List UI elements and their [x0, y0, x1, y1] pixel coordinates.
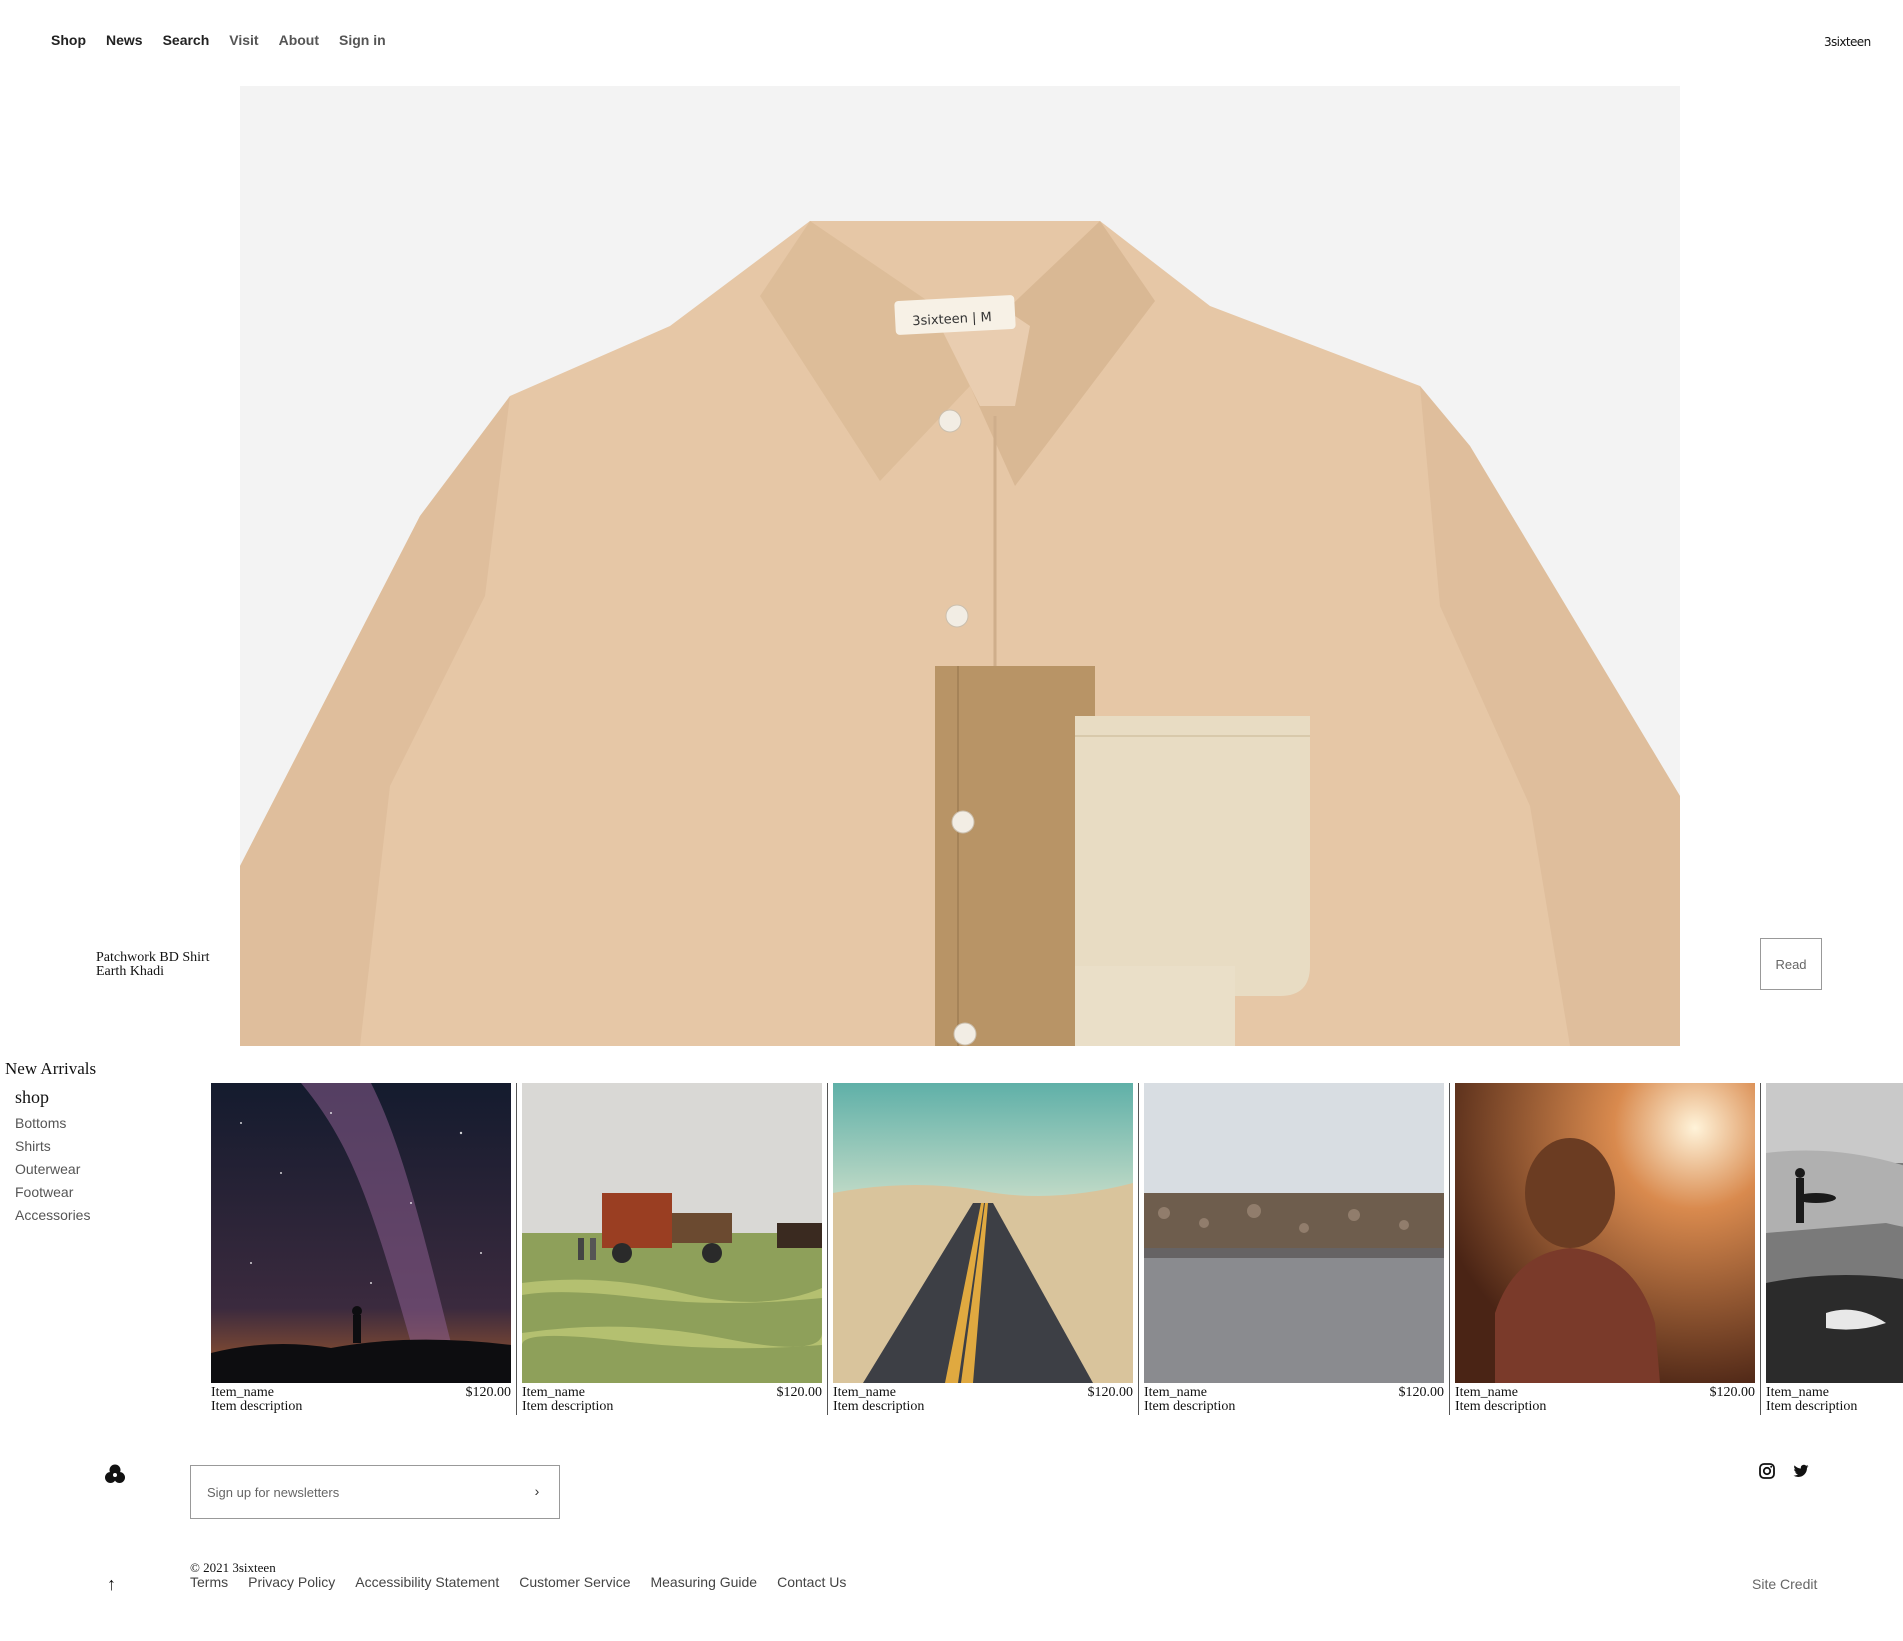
product-description: Item description [211, 1399, 303, 1414]
newsletter-form: › [190, 1465, 560, 1519]
product-meta: Item_name Item description [1766, 1383, 1903, 1414]
product-card[interactable]: Item_name Item description $120.00 [833, 1083, 1139, 1415]
product-price: $120.00 [465, 1385, 512, 1400]
product-price: $120.00 [1398, 1385, 1445, 1400]
product-card[interactable]: Item_name Item description $120.00 [522, 1083, 828, 1415]
hero-image[interactable]: 3sixteen | M [240, 86, 1680, 1046]
back-to-top-arrow-icon[interactable]: ↑ [107, 1574, 116, 1595]
nav-visit[interactable]: Visit [229, 32, 258, 48]
shop-heading[interactable]: shop [15, 1087, 90, 1108]
footer-links: Terms Privacy Policy Accessibility State… [190, 1574, 846, 1590]
desert-road-image [833, 1083, 1133, 1383]
product-image[interactable] [1455, 1083, 1755, 1383]
product-image[interactable] [833, 1083, 1133, 1383]
nav-search[interactable]: Search [163, 32, 210, 48]
product-card[interactable]: Item_name Item description [1766, 1083, 1903, 1415]
new-arrivals-carousel[interactable]: Item_name Item description $120.00 Item_… [211, 1083, 1903, 1415]
sidebar-item-accessories[interactable]: Accessories [15, 1204, 90, 1227]
shirt-photo: 3sixteen | M [240, 86, 1680, 1046]
product-price: $120.00 [1709, 1385, 1756, 1400]
sidebar-item-bottoms[interactable]: Bottoms [15, 1112, 90, 1135]
read-button[interactable]: Read [1760, 938, 1822, 990]
product-card[interactable]: Item_name Item description $120.00 [211, 1083, 517, 1415]
product-price: $120.00 [1087, 1385, 1134, 1400]
footer-link-customer-service[interactable]: Customer Service [519, 1574, 630, 1590]
instagram-icon[interactable] [1758, 1462, 1776, 1480]
product-card[interactable]: Item_name Item description $120.00 [1144, 1083, 1450, 1415]
brand-logo[interactable]: 3sixteen [1824, 35, 1871, 49]
top-nav: Shop News Search Visit About Sign in [51, 32, 386, 48]
product-meta: Item_name Item description $120.00 [1455, 1383, 1755, 1414]
farm-image [522, 1083, 822, 1383]
nav-about[interactable]: About [279, 32, 319, 48]
product-meta: Item_name Item description $120.00 [833, 1383, 1133, 1414]
twitter-icon[interactable] [1792, 1462, 1810, 1480]
sunset-portrait-image [1455, 1083, 1755, 1383]
product-image[interactable] [211, 1083, 511, 1383]
new-arrivals-heading: New Arrivals [5, 1059, 97, 1078]
product-card[interactable]: Item_name Item description $120.00 [1455, 1083, 1761, 1415]
product-description: Item description [522, 1399, 614, 1414]
footer-link-privacy[interactable]: Privacy Policy [248, 1574, 335, 1590]
product-description: Item description [1455, 1399, 1547, 1414]
product-meta: Item_name Item description $120.00 [1144, 1383, 1444, 1414]
card-divider [516, 1083, 517, 1415]
card-divider [1449, 1083, 1450, 1415]
hero-product-color: Earth Khadi [96, 964, 165, 979]
card-divider [1138, 1083, 1139, 1415]
product-image[interactable] [522, 1083, 822, 1383]
newsletter-input[interactable] [191, 1466, 507, 1518]
footer-link-measuring-guide[interactable]: Measuring Guide [650, 1574, 757, 1590]
site-credit-link[interactable]: Site Credit [1752, 1576, 1817, 1592]
nav-shop[interactable]: Shop [51, 32, 86, 48]
brand-mark-icon[interactable] [104, 1463, 126, 1485]
nav-sign-in[interactable]: Sign in [339, 32, 386, 48]
rocky-shore-image [1144, 1083, 1444, 1383]
product-description: Item description [833, 1399, 925, 1414]
hero-caption: Patchwork BD Shirt Earth Khadi [96, 951, 210, 979]
product-name[interactable]: Item_name [1766, 1386, 1903, 1400]
sidebar-item-footwear[interactable]: Footwear [15, 1181, 90, 1204]
product-description: Item description [1766, 1399, 1858, 1414]
nav-news[interactable]: News [106, 32, 143, 48]
product-image[interactable] [1766, 1083, 1903, 1383]
product-price: $120.00 [776, 1385, 823, 1400]
footer-link-terms[interactable]: Terms [190, 1574, 228, 1590]
sidebar-item-shirts[interactable]: Shirts [15, 1135, 90, 1158]
card-divider [827, 1083, 828, 1415]
product-meta: Item_name Item description $120.00 [211, 1383, 511, 1414]
milky-way-image [211, 1083, 511, 1383]
shop-sidebar: shop Bottoms Shirts Outerwear Footwear A… [15, 1087, 90, 1227]
footer-link-accessibility[interactable]: Accessibility Statement [355, 1574, 499, 1590]
product-image[interactable] [1144, 1083, 1444, 1383]
sidebar-item-outerwear[interactable]: Outerwear [15, 1158, 90, 1181]
hero-product-name[interactable]: Patchwork BD Shirt [96, 951, 210, 965]
chevron-right-icon[interactable]: › [527, 1481, 547, 1501]
product-meta: Item_name Item description $120.00 [522, 1383, 822, 1414]
card-divider [1760, 1083, 1761, 1415]
footer-link-contact[interactable]: Contact Us [777, 1574, 846, 1590]
product-description: Item description [1144, 1399, 1236, 1414]
surfer-beach-image [1766, 1083, 1903, 1383]
